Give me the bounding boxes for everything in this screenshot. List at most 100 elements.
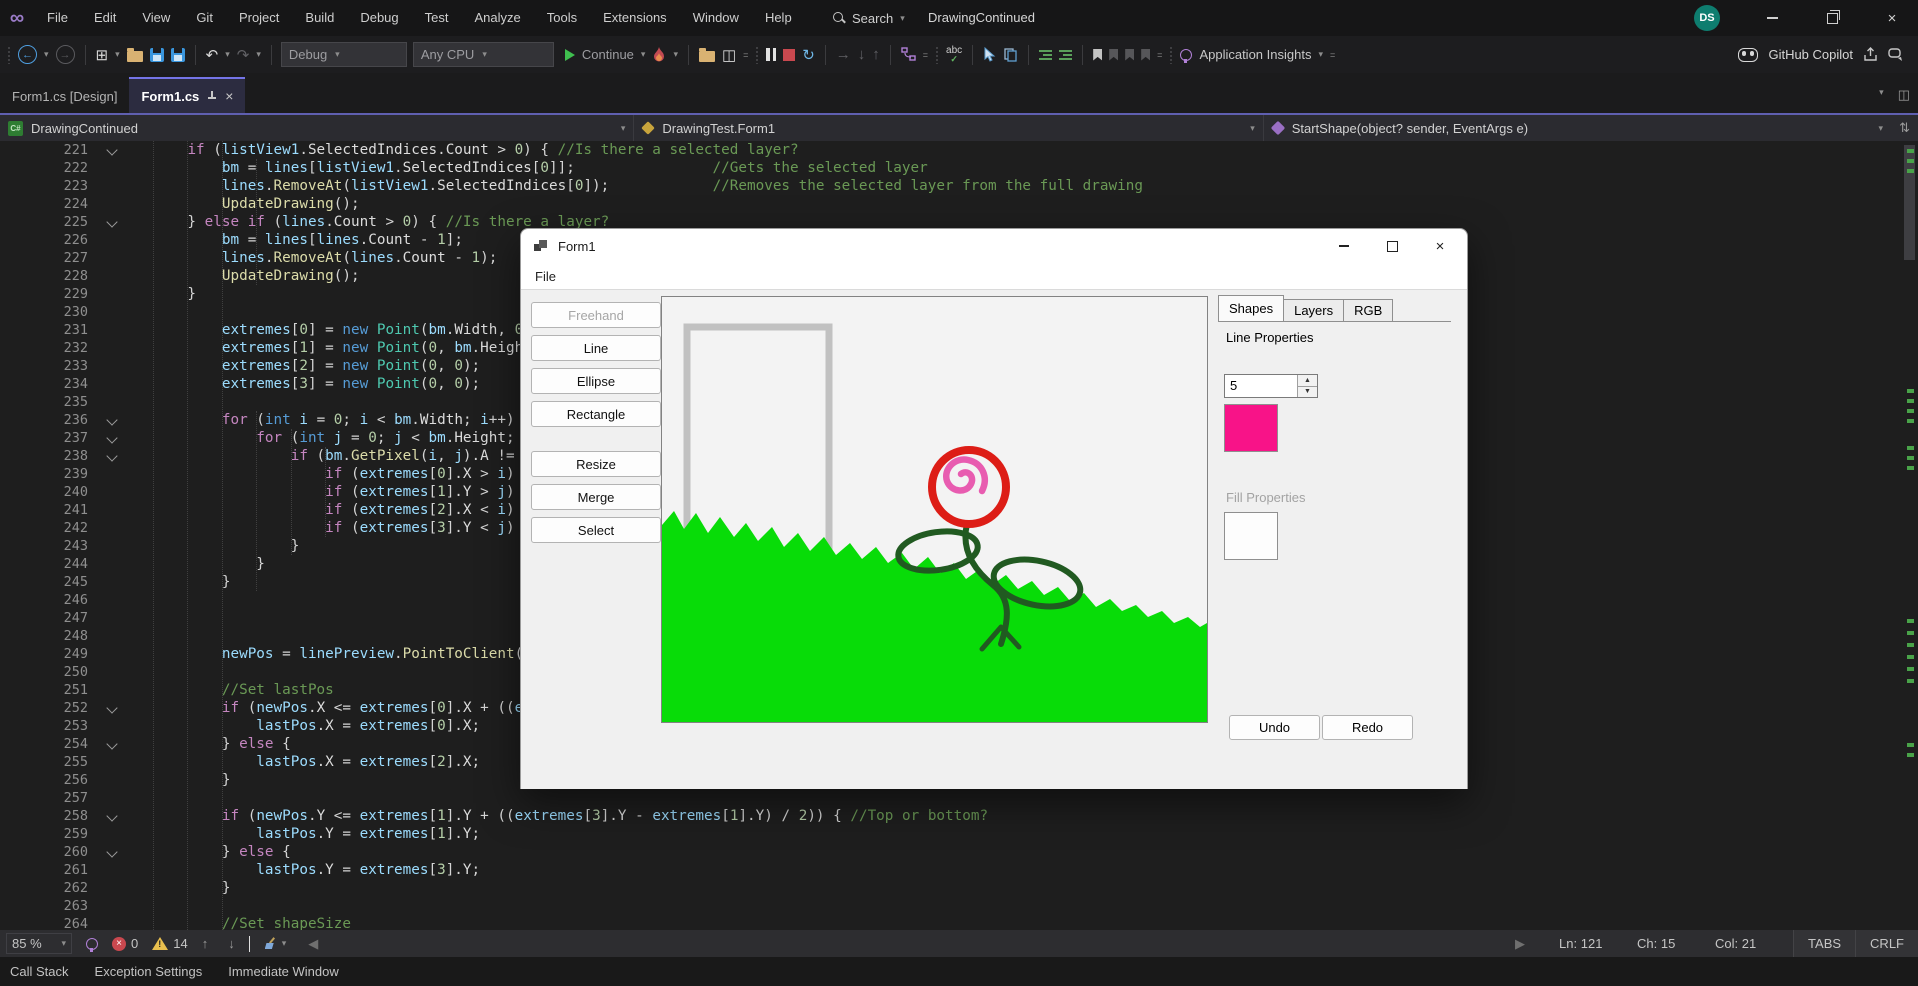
restore-button[interactable] <box>1809 0 1855 36</box>
line-width-stepper[interactable]: 5 ▲ ▼ <box>1224 374 1318 398</box>
menu-view[interactable]: View <box>129 0 183 36</box>
step-into-button[interactable]: ↓ <box>858 46 866 63</box>
open-file-button[interactable] <box>127 51 143 62</box>
avatar[interactable]: DS <box>1694 5 1720 31</box>
tab-exception-settings[interactable]: Exception Settings <box>95 964 203 979</box>
stepper-down-icon[interactable]: ▼ <box>1298 387 1317 398</box>
form-minimize-button[interactable] <box>1321 229 1367 263</box>
tab-form1-cs[interactable]: Form1.cs × <box>129 77 245 113</box>
watch-folder-icon[interactable] <box>699 51 715 62</box>
fold-chevron-icon[interactable] <box>106 846 117 857</box>
drawing-canvas[interactable] <box>661 296 1208 723</box>
toolbar-grip[interactable] <box>755 46 759 64</box>
chevron-down-icon[interactable]: ▾ <box>282 938 287 949</box>
toolbar-overflow-icon[interactable]: = <box>1330 50 1335 60</box>
format-document-icon[interactable] <box>1039 50 1052 60</box>
toolbar-overflow-icon[interactable]: = <box>1157 50 1162 60</box>
menu-project[interactable]: Project <box>226 0 292 36</box>
tab-immediate-window[interactable]: Immediate Window <box>228 964 339 979</box>
toolbar-grip[interactable] <box>935 46 939 64</box>
insights-icon[interactable] <box>86 938 98 950</box>
continue-button[interactable]: Continue <box>582 47 634 62</box>
menu-edit[interactable]: Edit <box>81 0 129 36</box>
close-button[interactable]: × <box>1869 0 1915 36</box>
chevron-down-icon[interactable]: ▾ <box>673 49 678 60</box>
github-copilot-button[interactable]: GitHub Copilot <box>1768 47 1853 62</box>
clear-bookmarks-icon[interactable] <box>1141 49 1150 61</box>
form1-title-bar[interactable]: Form1 × <box>521 229 1467 263</box>
menu-git[interactable]: Git <box>183 0 226 36</box>
restart-button[interactable]: ↻ <box>802 46 815 64</box>
tab-rgb[interactable]: RGB <box>1343 299 1393 321</box>
solution-configuration-dropdown[interactable]: Debug▾ <box>281 42 407 67</box>
line-tool-button[interactable]: Line <box>531 335 661 361</box>
rectangle-tool-button[interactable]: Rectangle <box>531 401 661 427</box>
previous-bookmark-icon[interactable] <box>1109 49 1118 61</box>
close-tab-icon[interactable]: × <box>225 88 233 104</box>
merge-tool-button[interactable]: Merge <box>531 484 661 510</box>
copy-guides-icon[interactable] <box>1003 47 1018 62</box>
ellipse-tool-button[interactable]: Ellipse <box>531 368 661 394</box>
next-bookmark-icon[interactable] <box>1125 49 1134 61</box>
undo-button[interactable]: ↶ <box>206 46 219 64</box>
tab-call-stack[interactable]: Call Stack <box>10 964 69 979</box>
menu-tools[interactable]: Tools <box>534 0 590 36</box>
application-window-icon[interactable]: ◫ <box>722 46 736 64</box>
save-all-button[interactable] <box>171 48 185 62</box>
chevron-down-icon[interactable]: ▾ <box>115 49 120 60</box>
menu-analyze[interactable]: Analyze <box>461 0 533 36</box>
previous-issue-icon[interactable]: ↑ <box>202 936 209 951</box>
menu-help[interactable]: Help <box>752 0 805 36</box>
menu-file[interactable]: File <box>34 0 81 36</box>
error-count[interactable]: × 0 <box>112 936 138 951</box>
form-maximize-button[interactable] <box>1369 229 1415 263</box>
toolbar-overflow-icon[interactable]: = <box>743 50 748 60</box>
editor-scrollbar[interactable] <box>1900 141 1918 930</box>
indentation-indicator[interactable]: TABS <box>1793 930 1855 957</box>
pointer-icon[interactable] <box>983 47 996 62</box>
share-icon[interactable] <box>1863 47 1878 62</box>
menu-window[interactable]: Window <box>680 0 752 36</box>
split-editor-icon[interactable]: ⇅ <box>1891 120 1918 136</box>
char-indicator[interactable]: Ch: 15 <box>1637 936 1715 951</box>
float-window-icon[interactable]: ◫ <box>1898 87 1910 103</box>
toolbar-grip[interactable] <box>1169 46 1173 64</box>
pin-icon[interactable] <box>207 91 217 101</box>
menu-debug[interactable]: Debug <box>347 0 411 36</box>
chevron-down-icon[interactable]: ▾ <box>256 49 261 60</box>
navigate-back-button[interactable]: ← <box>18 45 37 64</box>
tab-list-caret-icon[interactable]: ▾ <box>1879 87 1884 103</box>
zoom-dropdown[interactable]: 85 % ▾ <box>6 933 72 954</box>
chevron-down-icon[interactable]: ▾ <box>225 49 230 60</box>
menu-build[interactable]: Build <box>292 0 347 36</box>
scroll-right-icon[interactable]: ▶ <box>1515 936 1525 952</box>
parallel-stacks-icon[interactable] <box>901 47 916 62</box>
redo-button[interactable]: ↷ <box>237 46 250 64</box>
line-color-swatch[interactable] <box>1224 404 1278 452</box>
fold-chevron-icon[interactable] <box>106 450 117 461</box>
form-menu-file[interactable]: File <box>526 269 565 284</box>
member-dropdown[interactable]: StartShape(object? sender, EventArgs e) … <box>1264 115 1891 141</box>
fold-chevron-icon[interactable] <box>106 432 117 443</box>
form-close-button[interactable]: × <box>1417 229 1463 263</box>
redo-button-form[interactable]: Redo <box>1322 715 1413 740</box>
fold-chevron-icon[interactable] <box>106 738 117 749</box>
step-out-button[interactable]: ↑ <box>872 46 880 63</box>
format-selection-icon[interactable] <box>1059 50 1072 60</box>
toolbar-grip[interactable] <box>7 46 11 64</box>
fold-chevron-icon[interactable] <box>106 414 117 425</box>
fill-color-swatch[interactable] <box>1224 512 1278 560</box>
chevron-down-icon[interactable]: ▾ <box>641 49 646 60</box>
solution-platform-dropdown[interactable]: Any CPU▾ <box>413 42 554 67</box>
select-tool-button[interactable]: Select <box>531 517 661 543</box>
copilot-chat-icon[interactable] <box>1888 47 1904 62</box>
project-dropdown[interactable]: C# DrawingContinued ▾ <box>0 115 634 141</box>
spell-check-icon[interactable]: abc✓ <box>946 47 962 63</box>
fold-chevron-icon[interactable] <box>106 216 117 227</box>
tab-shapes[interactable]: Shapes <box>1218 295 1284 321</box>
code-cleanup-icon[interactable] <box>264 937 277 950</box>
line-indicator[interactable]: Ln: 121 <box>1559 936 1637 951</box>
stop-debugging-button[interactable] <box>783 49 795 61</box>
menu-extensions[interactable]: Extensions <box>590 0 680 36</box>
navigate-forward-button[interactable]: → <box>56 45 75 64</box>
